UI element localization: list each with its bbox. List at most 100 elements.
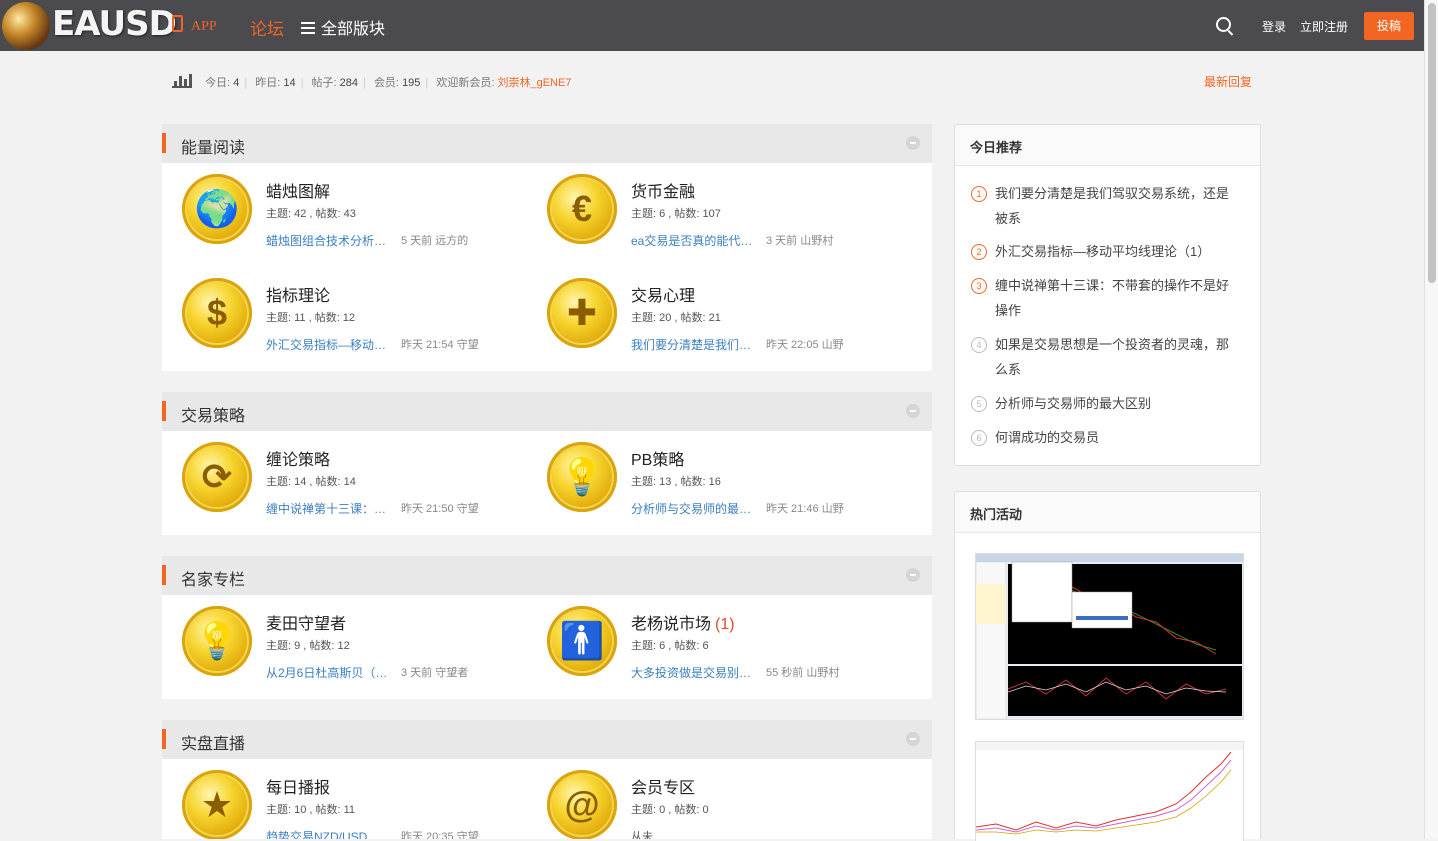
forum-counts: 主题: 11 , 帖数: 12 (266, 312, 356, 324)
rank-badge: 6 (971, 430, 987, 446)
forum-last-post-meta: 昨天 21:54 守望 (401, 339, 479, 351)
collapse-icon[interactable] (906, 136, 920, 150)
forum-last-post-meta: 从未 (631, 831, 653, 839)
forum-name[interactable]: 货币金融 (631, 178, 695, 202)
stat-members-label: 会员: (373, 77, 399, 89)
stat-today-value: 4 (233, 77, 240, 89)
forum-last-post-meta: 昨天 21:46 山野 (766, 503, 844, 515)
post-button[interactable]: 投稿 (1364, 12, 1414, 40)
section-body: ★ 每日播报 主题: 10 , 帖数: 11 趋势交易NZD/USD分析 昨天 … (162, 759, 932, 839)
recommend-item[interactable]: 6 何谓成功的交易员 (971, 425, 1241, 450)
collapse-icon[interactable] (906, 404, 920, 418)
forum-name[interactable]: 交易心理 (631, 282, 695, 306)
section-title[interactable]: 能量阅读 (181, 134, 245, 158)
forum-stats: 今日: 4 | 昨日: 14 | 帖子: 284 | 会员: 195 | 欢迎新会员: … (172, 72, 571, 90)
site-logo[interactable]: EAUSD (0, 0, 177, 51)
forum-last-post-link[interactable]: 大多投资做是交易别人的错误 (631, 664, 753, 681)
forum-counts: 主题: 0 , 帖数: 0 (631, 804, 709, 816)
nav-forum-link[interactable]: 论坛 (250, 15, 284, 40)
list-icon (301, 22, 315, 34)
globe-coin-icon[interactable]: 🌍 (182, 174, 252, 244)
recommend-link[interactable]: 外汇交易指标—移动平均线理论（1） (971, 239, 1241, 264)
nav-all-boards-label: 全部版块 (321, 21, 386, 38)
activity-image-kline-chart[interactable] (975, 741, 1244, 841)
page-scrollbar[interactable] (1424, 0, 1438, 839)
forum-name[interactable]: 每日播报 (266, 774, 330, 798)
forum-last-post-link[interactable]: 我们要分清楚是我们驾驭交易系统 (631, 336, 753, 353)
recommend-link[interactable]: 何谓成功的交易员 (971, 425, 1241, 450)
plus-coin-icon[interactable]: ✚ (547, 278, 617, 348)
kline-chart-screenshot (976, 742, 1243, 841)
forum-last-post-link[interactable]: 外汇交易指标—移动平均线理论 (266, 336, 388, 353)
section-title[interactable]: 实盘直播 (181, 730, 245, 754)
forum-name[interactable]: 缠论策略 (266, 446, 330, 470)
forum-name[interactable]: 麦田守望者 (266, 610, 346, 634)
nav-all-boards-link[interactable]: 全部版块 (301, 15, 385, 39)
logo-globe-icon (2, 2, 50, 50)
latest-reply-link[interactable]: 最新回复 (1204, 73, 1252, 90)
recommend-item[interactable]: 1 我们要分清楚是我们驾驭交易系统，还是被系 (971, 181, 1241, 231)
activity-box: 热门活动 (954, 491, 1261, 841)
activity-title: 热门活动 (970, 507, 1023, 522)
forum-name-wrap[interactable]: 老杨说市场 (1) (631, 610, 735, 634)
recommend-item[interactable]: 4 如果是交易思想是一个投资者的灵魂，那么系 (971, 332, 1241, 382)
forum-last-post-link[interactable]: ea交易是否真的能代替人工 (631, 232, 753, 249)
stat-posts-value: 284 (339, 77, 359, 89)
stat-posts-label: 帖子: (311, 77, 337, 89)
forum-card: € 货币金融 主题: 6 , 帖数: 107 ea交易是否真的能代替人工 3 天… (547, 174, 912, 274)
section-header: 能量阅读 (162, 124, 932, 163)
recommend-title: 今日推荐 (970, 140, 1023, 155)
forum-last-post-link[interactable]: 缠中说禅第十三课：不带套的操作 (266, 500, 388, 517)
forum-last-post-link[interactable]: 从2月6日杜高斯贝（002656） (266, 664, 388, 681)
dollar-coin-icon[interactable]: $ (182, 278, 252, 348)
section-header: 交易策略 (162, 392, 932, 431)
bulb-coin-icon[interactable]: 💡 (182, 606, 252, 676)
forum-last-post-link[interactable]: 蜡烛图组合技术分析——曙光初现 (266, 232, 388, 249)
forum-name[interactable]: PB策略 (631, 446, 684, 470)
top-navbar: EAUSD APP 论坛 全部版块 登录 立即注册 投稿 (0, 0, 1424, 51)
euro-coin-icon[interactable]: € (547, 174, 617, 244)
recommend-item[interactable]: 2 外汇交易指标—移动平均线理论（1） (971, 239, 1241, 264)
forum-name[interactable]: 指标理论 (266, 282, 330, 306)
forum-name[interactable]: 蜡烛图解 (266, 178, 330, 202)
forum-counts: 主题: 20 , 帖数: 21 (631, 312, 721, 324)
login-link[interactable]: 登录 (1262, 18, 1286, 35)
stat-yesterday-value: 14 (283, 77, 296, 89)
forum-last-post-link[interactable]: 分析师与交易师的最大区别 (631, 500, 753, 517)
activity-image-trading-platform[interactable] (975, 553, 1244, 720)
forum-counts: 主题: 13 , 帖数: 16 (631, 476, 721, 488)
nav-app-link[interactable]: APP (172, 15, 217, 35)
scrollbar-thumb[interactable] (1428, 3, 1436, 283)
person-coin-icon[interactable]: 🚹 (547, 606, 617, 676)
forum-card: 💡 PB策略 主题: 13 , 帖数: 16 分析师与交易师的最大区别 昨天 2… (547, 442, 912, 542)
stat-welcome-label: 欢迎新会员: (436, 77, 495, 89)
at-coin-icon[interactable]: @ (547, 770, 617, 839)
forum-counts: 主题: 6 , 帖数: 6 (631, 640, 709, 652)
section-header: 名家专栏 (162, 556, 932, 595)
star-coin-icon[interactable]: ★ (182, 770, 252, 839)
forum-last-post-link[interactable]: 趋势交易NZD/USD分析 (266, 828, 388, 839)
recommend-item[interactable]: 5 分析师与交易师的最大区别 (971, 391, 1241, 416)
forum-name: 老杨说市场 (631, 616, 712, 633)
search-icon[interactable] (1216, 17, 1231, 32)
forum-last-post-meta: 3 天前 山野村 (766, 235, 834, 247)
refresh-coin-icon[interactable]: ⟳ (182, 442, 252, 512)
forum-card: $ 指标理论 主题: 11 , 帖数: 12 外汇交易指标—移动平均线理论 昨天… (182, 278, 547, 378)
collapse-icon[interactable] (906, 732, 920, 746)
recommend-link[interactable]: 我们要分清楚是我们驾驭交易系统，还是被系 (971, 181, 1241, 231)
section-title[interactable]: 名家专栏 (181, 566, 245, 590)
recommend-link[interactable]: 缠中说禅第十三课：不带套的操作不是好操作 (971, 273, 1241, 323)
forum-name[interactable]: 会员专区 (631, 774, 695, 798)
recommend-link[interactable]: 分析师与交易师的最大区别 (971, 391, 1241, 416)
forum-last-post-meta: 昨天 20:35 守望 (401, 831, 479, 839)
nav-app-label: APP (191, 19, 217, 34)
recommend-link[interactable]: 如果是交易思想是一个投资者的灵魂，那么系 (971, 332, 1241, 382)
register-link[interactable]: 立即注册 (1300, 18, 1348, 35)
forum-last-post-meta: 3 天前 守望者 (401, 667, 469, 679)
bulb-coin-icon[interactable]: 💡 (547, 442, 617, 512)
new-member-link[interactable]: 刘崇林_gENE7 (497, 77, 571, 89)
section-title[interactable]: 交易策略 (181, 402, 245, 426)
collapse-icon[interactable] (906, 568, 920, 582)
recommend-item[interactable]: 3 缠中说禅第十三课：不带套的操作不是好操作 (971, 273, 1241, 323)
forum-last-post-meta: 5 天前 远方的 (401, 235, 469, 247)
